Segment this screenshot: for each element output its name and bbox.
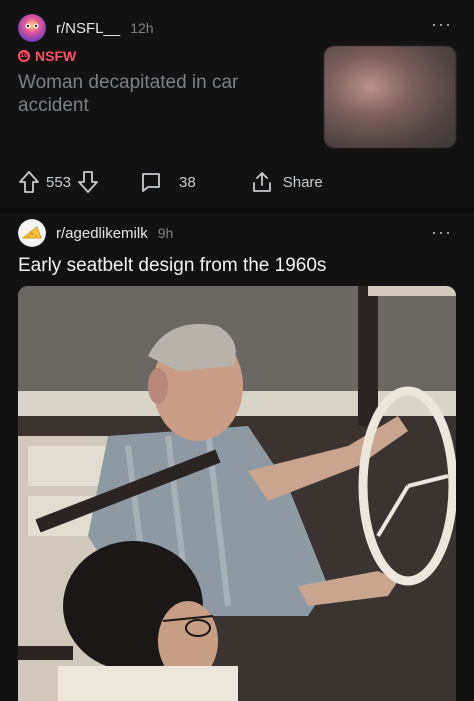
nsfw-label: NSFW <box>35 48 77 64</box>
upvote-icon <box>19 171 39 193</box>
post-age: 12h <box>130 20 154 36</box>
comment-count: 38 <box>179 173 196 191</box>
share-icon <box>252 172 271 192</box>
comment-icon <box>142 173 160 192</box>
more-options-icon[interactable]: ··· <box>431 222 452 243</box>
post-title[interactable]: Woman decapitated in car accident <box>18 71 303 117</box>
post-image[interactable] <box>18 286 456 701</box>
subreddit-name[interactable]: r/agedlikemilk <box>56 225 148 242</box>
subreddit-avatar[interactable] <box>18 14 46 42</box>
comment-button[interactable]: 38 <box>139 170 196 194</box>
blurred-thumbnail[interactable] <box>324 46 456 148</box>
share-button[interactable]: Share <box>250 170 323 194</box>
share-label: Share <box>282 173 323 191</box>
upvote-button[interactable] <box>18 170 40 194</box>
downvote-icon <box>78 171 98 193</box>
post-card-nsfl[interactable]: r/NSFL__ 12h ··· 18 NSFW Woman decapitat… <box>0 0 474 208</box>
subreddit-avatar[interactable] <box>18 219 46 247</box>
downvote-button[interactable] <box>77 170 99 194</box>
subreddit-name[interactable]: r/NSFL__ <box>56 20 120 37</box>
nsfw-badge: 18 NSFW <box>18 48 76 64</box>
post-header: r/NSFL__ 12h <box>18 14 154 42</box>
post-actions: 553 38 Share <box>18 170 323 194</box>
post-title[interactable]: Early seatbelt design from the 1960s <box>18 255 326 277</box>
upvote-count: 553 <box>46 173 72 191</box>
post-age: 9h <box>157 225 174 241</box>
post-header: r/agedlikemilk 9h <box>18 219 173 247</box>
nsfw-icon: 18 <box>18 50 30 62</box>
more-options-icon[interactable]: ··· <box>431 14 452 35</box>
